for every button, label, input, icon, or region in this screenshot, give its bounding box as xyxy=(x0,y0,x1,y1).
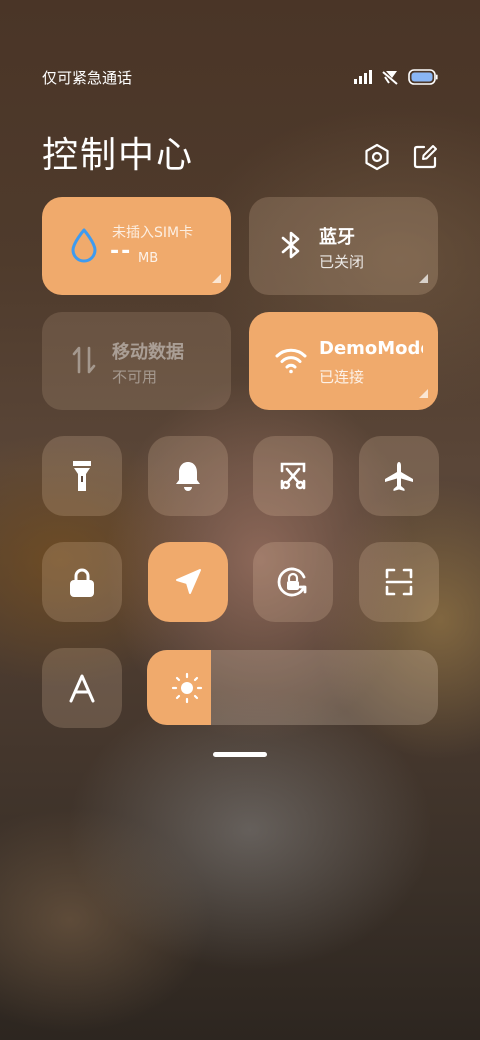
edit-button[interactable] xyxy=(412,142,438,172)
flashlight-toggle[interactable] xyxy=(42,436,122,516)
carrier-status: 仅可紧急通话 xyxy=(42,68,133,87)
status-icons xyxy=(354,69,438,85)
font-a-icon xyxy=(69,674,95,703)
lock-icon xyxy=(70,568,94,597)
mobile-data-status: 不可用 xyxy=(112,368,158,386)
signal-icon xyxy=(354,70,372,84)
edit-icon xyxy=(413,145,437,169)
font-size-toggle[interactable] xyxy=(42,648,122,728)
bluetooth-status: 已关闭 xyxy=(319,253,365,271)
location-icon xyxy=(176,569,201,594)
flashlight-icon xyxy=(73,461,91,491)
data-usage-value: -- xyxy=(110,239,133,264)
expand-corner xyxy=(419,389,428,398)
airplane-toggle[interactable] xyxy=(359,436,439,516)
header-actions xyxy=(364,142,438,172)
drop-icon xyxy=(66,227,102,263)
screenshot-icon xyxy=(280,462,306,490)
airplane-icon xyxy=(385,462,413,491)
data-arrows-icon xyxy=(66,342,102,378)
mobile-data-tile[interactable]: 移动数据 不可用 xyxy=(42,312,231,410)
bluetooth-icon xyxy=(273,227,309,263)
no-wifi-icon xyxy=(382,71,398,85)
screen-lock-toggle[interactable] xyxy=(42,542,122,622)
auto-rotate-toggle[interactable] xyxy=(253,542,333,622)
bluetooth-tile[interactable]: 蓝牙 已关闭 xyxy=(249,197,438,295)
settings-button[interactable] xyxy=(364,142,390,172)
sun-icon xyxy=(171,672,203,704)
expand-corner xyxy=(419,274,428,283)
wifi-label: DemoMode xyxy=(319,338,423,359)
rotation-lock-icon xyxy=(277,567,307,597)
mobile-data-label: 移动数据 xyxy=(112,342,184,363)
status-bar: 仅可紧急通话 xyxy=(42,66,438,88)
scanner-toggle[interactable] xyxy=(359,542,439,622)
hexagon-settings-icon xyxy=(365,143,389,171)
data-usage-tile[interactable]: 未插入SIM卡 -- MB xyxy=(42,197,231,295)
sound-toggle[interactable] xyxy=(148,436,228,516)
data-usage-unit: MB xyxy=(138,251,159,266)
bell-icon xyxy=(176,462,200,491)
wifi-icon xyxy=(273,342,309,378)
location-toggle[interactable] xyxy=(148,542,228,622)
wifi-tile[interactable]: DemoMode 已连接 xyxy=(249,312,438,410)
page-title: 控制中心 xyxy=(42,135,195,176)
wifi-status: 已连接 xyxy=(319,368,365,386)
screenshot-toggle[interactable] xyxy=(253,436,333,516)
scan-icon xyxy=(385,568,413,596)
bottom-drag-handle[interactable] xyxy=(213,752,267,757)
brightness-slider[interactable] xyxy=(147,650,438,725)
battery-icon xyxy=(408,69,438,85)
bluetooth-label: 蓝牙 xyxy=(319,227,355,248)
expand-corner xyxy=(212,274,221,283)
